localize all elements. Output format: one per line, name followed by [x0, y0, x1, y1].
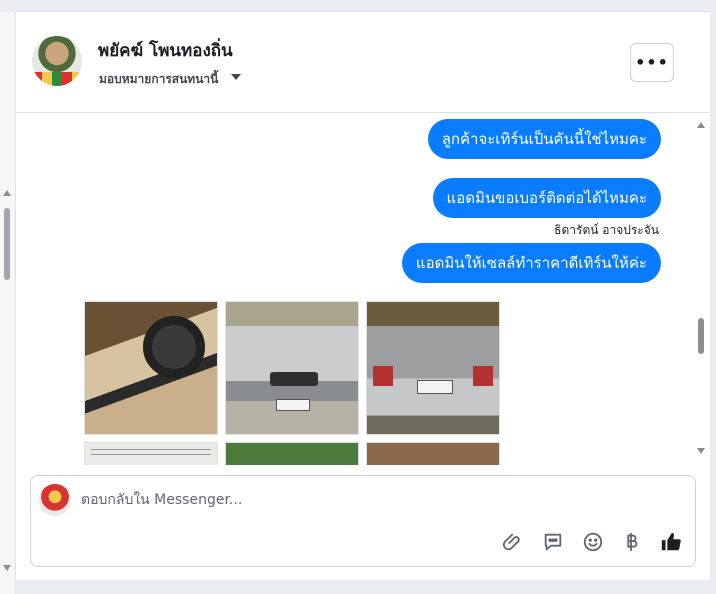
contact-name[interactable]: พยัคฆ์ โพนทองถิ่น	[98, 37, 233, 64]
car-interior-photo[interactable]	[84, 301, 218, 435]
license-plate	[417, 380, 453, 394]
left-scroll-down-arrow-icon[interactable]	[3, 565, 11, 571]
payment-icon[interactable]	[619, 530, 643, 554]
emoji-icon[interactable]	[581, 530, 605, 554]
attachment-icon[interactable]	[501, 530, 525, 554]
thread-scroll-thumb[interactable]	[698, 318, 704, 354]
document-photo[interactable]	[84, 442, 218, 465]
car-rear-photo[interactable]	[366, 301, 500, 435]
left-scroll-up-arrow-icon[interactable]	[3, 190, 11, 196]
message-bubble[interactable]: ลูกค้าจะเทิร์นเป็นคันนี้ใช่ไหมคะ	[427, 119, 661, 159]
saved-reply-icon[interactable]	[541, 530, 565, 554]
steering-wheel	[143, 316, 205, 378]
left-scrollbar[interactable]	[0, 0, 16, 594]
message-bubble[interactable]: แอดมินให้เซลล์ทำราคาดีเทิร์นให้ค่ะ	[401, 243, 661, 283]
reply-composer	[30, 475, 696, 567]
house-photo[interactable]	[366, 442, 500, 465]
reply-input[interactable]	[81, 486, 641, 514]
conversation-header: พยัคฆ์ โพนทองถิ่น มอบหมายการสนทนานี้ •••	[16, 12, 710, 113]
more-options-button[interactable]: •••	[630, 43, 674, 82]
page-avatar	[39, 484, 71, 516]
left-scroll-thumb[interactable]	[4, 208, 10, 280]
scroll-up-arrow-icon[interactable]	[697, 122, 705, 128]
sender-name: ธิดารัตน์ อาจประจัน	[554, 223, 659, 237]
left-strip-top	[0, 0, 16, 12]
license-plate	[276, 399, 310, 411]
car-grille	[270, 372, 318, 386]
garden-photo[interactable]	[225, 442, 359, 465]
chevron-down-icon[interactable]	[231, 74, 241, 80]
tail-light	[473, 366, 493, 386]
like-icon[interactable]	[659, 530, 683, 554]
assign-conversation-link[interactable]: มอบหมายการสนทนานี้	[99, 70, 218, 89]
contact-avatar[interactable]	[32, 36, 82, 86]
message-thread: ลูกค้าจะเทิร์นเป็นคันนี้ใช่ไหมคะ แอดมินข…	[16, 113, 710, 465]
tail-light	[373, 366, 393, 386]
document-lines	[91, 449, 211, 455]
conversation-panel: พยัคฆ์ โพนทองถิ่น มอบหมายการสนทนานี้ •••…	[16, 11, 710, 580]
car-front-photo[interactable]	[225, 301, 359, 435]
message-bubble[interactable]: แอดมินขอเบอร์ติดต่อได้ไหมคะ	[432, 178, 661, 218]
scroll-down-arrow-icon[interactable]	[697, 448, 705, 454]
avatar-flowers	[32, 72, 82, 86]
